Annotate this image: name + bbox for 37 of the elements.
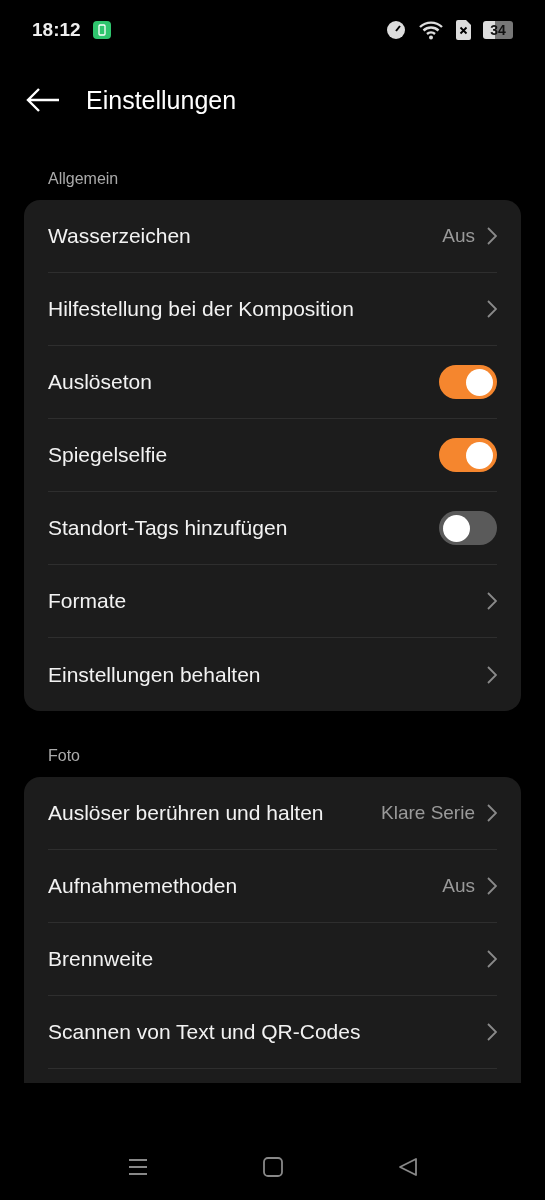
chevron-right-icon <box>487 592 497 610</box>
toggle-switch[interactable] <box>439 365 497 399</box>
setting-label[interactable]: Hilfestellung bei der Komposition <box>48 292 475 326</box>
setting-label[interactable]: Wasserzeichen <box>48 219 431 253</box>
chevron-right-icon <box>487 950 497 968</box>
setting-label[interactable]: Standort-Tags hinzufügen <box>48 511 427 545</box>
chevron-right-icon <box>487 665 497 684</box>
no-sim-icon <box>456 20 471 40</box>
setting-label[interactable]: Auslöseton <box>48 365 427 399</box>
chevron-right-icon <box>487 1023 497 1041</box>
home-square-icon[interactable] <box>262 1156 283 1177</box>
toggle-switch[interactable] <box>439 511 497 545</box>
speedometer-icon <box>386 20 406 40</box>
section-title: Allgemein <box>47 169 120 189</box>
setting-label[interactable]: Auslöser berühren und halten <box>48 796 369 830</box>
chevron-right-icon <box>487 300 497 318</box>
status-time: 18:12 <box>32 19 81 41</box>
section-title: Foto <box>47 746 81 766</box>
setting-label[interactable]: Einstellungen behalten <box>48 657 475 692</box>
menu-icon[interactable] <box>127 1157 148 1176</box>
page-title: Einstellungen <box>86 85 237 115</box>
chevron-right-icon <box>487 227 497 245</box>
chevron-right-icon <box>487 804 497 822</box>
setting-value: Klare Serie <box>381 802 475 824</box>
wifi-icon <box>418 20 444 40</box>
setting-value: Aus <box>442 225 475 247</box>
chevron-right-icon <box>487 877 497 895</box>
setting-label[interactable]: Spiegelselfie <box>48 438 427 472</box>
toggle-switch[interactable] <box>439 438 497 472</box>
setting-label[interactable]: Formate <box>48 584 475 618</box>
setting-value: Aus <box>442 875 475 897</box>
setting-label[interactable]: Aufnahmemethoden <box>48 869 431 903</box>
setting-label[interactable]: Scannen von Text und QR-Codes <box>48 1015 475 1049</box>
back-arrow-icon[interactable] <box>26 87 60 113</box>
back-triangle-icon[interactable] <box>397 1156 418 1177</box>
battery-saver-icon <box>92 21 111 39</box>
setting-label[interactable]: Brennweite <box>48 942 475 976</box>
